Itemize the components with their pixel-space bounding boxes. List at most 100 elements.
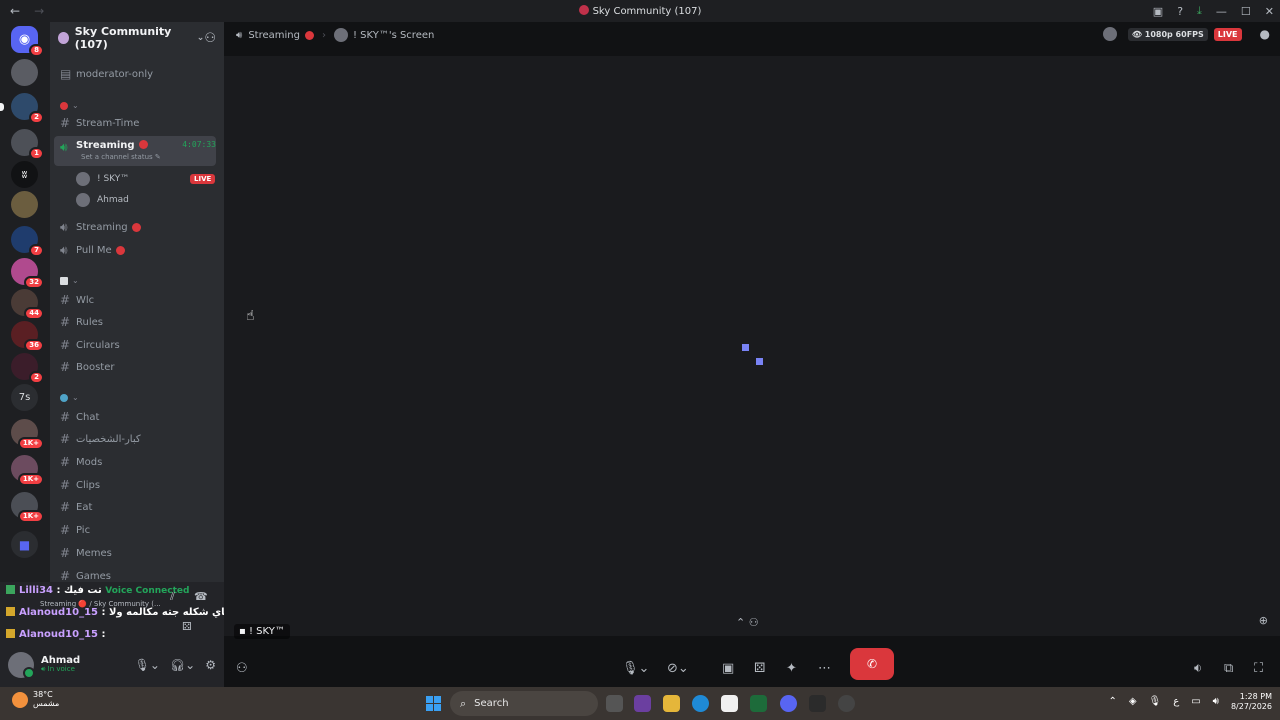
channel-booster[interactable]: # Booster [54, 357, 216, 377]
voice-user-ahmad[interactable]: Ahmad [76, 191, 129, 209]
settings-gear-icon[interactable]: ⚙ [205, 658, 216, 672]
popout-icon[interactable]: ⧉ [1224, 661, 1233, 676]
forward-arrow-icon[interactable]: → [34, 4, 44, 18]
live-dot-icon [138, 140, 148, 149]
channel-pic[interactable]: # Pic [54, 520, 216, 540]
disconnect-button[interactable]: ✆ [850, 648, 894, 680]
viewer-avatar[interactable] [1102, 27, 1117, 41]
channel-mods[interactable]: # Mods [54, 452, 216, 472]
discord-home-icon[interactable]: ◉ 8 [11, 26, 44, 57]
channel-moderator-only[interactable]: ▤ moderator-only [54, 64, 216, 84]
stage-header: 🔊︎ Streaming › ! SKY™'s Screen 👁︎ 1080p … [224, 22, 1280, 48]
fullscreen-icon[interactable]: ⛶ [1254, 661, 1263, 676]
tray-mic-icon[interactable]: 🎙︎ [1149, 696, 1162, 707]
server-icon-7[interactable]: 32 [11, 258, 44, 289]
tray-overflow-icon[interactable]: ⌃ [1108, 696, 1116, 707]
server-icon-6[interactable]: 7 [11, 226, 44, 257]
more-options-icon[interactable]: ⋯ [818, 661, 831, 676]
server-icon-9[interactable]: 36 [11, 321, 44, 352]
server-icon-1[interactable] [11, 59, 38, 86]
weather-widget[interactable]: 38°C مشمس [12, 690, 59, 709]
avatar[interactable] [8, 651, 35, 679]
stream-video[interactable] [224, 56, 1280, 636]
microphone-icon[interactable]: 🎙︎⌄ [135, 658, 160, 672]
server-badge: 44 [24, 307, 44, 320]
invite-people-icon[interactable]: ⚇ [204, 31, 216, 46]
close-icon[interactable]: ✕ [1265, 5, 1274, 18]
voice-user-sky[interactable]: ! SKY™ [76, 170, 129, 188]
inbox-icon[interactable]: ▣ [1153, 5, 1163, 18]
speaker-icon: 🔊︎ [60, 140, 68, 154]
channel-eat[interactable]: # Eat [54, 497, 216, 517]
channel-streaming-active[interactable]: 🔊︎ Streaming 4:07:33 Set a channel status… [54, 136, 216, 166]
minimize-icon[interactable]: — [1216, 5, 1227, 18]
server-icon-13[interactable]: 1K+ [11, 455, 44, 486]
taskbar-search[interactable]: ⌕ Search [450, 691, 598, 716]
server-icon-5[interactable] [11, 191, 38, 218]
speaker-icon: 🔊︎ [60, 242, 68, 257]
volume-icon[interactable]: 🔉︎ [1194, 661, 1202, 676]
channel-rules[interactable]: # Rules [54, 312, 216, 332]
windows-start-icon[interactable] [426, 696, 441, 711]
channel-kbar[interactable]: # كبار-الشخصيات [54, 429, 216, 449]
expand-participants-icon[interactable]: ⌃ ⚇ [736, 616, 759, 629]
tray-app-icon[interactable]: ◈ [1129, 696, 1137, 707]
hash-icon: # [60, 116, 71, 130]
add-friend-icon[interactable]: ⚇ [236, 661, 248, 676]
guild-header[interactable]: Sky Community (107) ⌄ ⚇ [50, 22, 224, 54]
folder-icon[interactable]: ■ [11, 531, 38, 558]
network-icon[interactable]: ▭ [1191, 696, 1200, 707]
discord-taskbar-icon[interactable] [780, 695, 797, 712]
channel-memes[interactable]: # Memes [54, 543, 216, 563]
rules-channel-icon: ▤ [60, 67, 72, 81]
channel-stream-time[interactable]: # Stream-Time [54, 113, 216, 133]
help-icon[interactable]: ? [1177, 5, 1183, 18]
app-icon[interactable] [809, 695, 826, 712]
channel-chat[interactable]: # Chat [54, 407, 216, 427]
channel-clips[interactable]: # Clips [54, 475, 216, 495]
channel-streaming-2[interactable]: 🔊︎ Streaming [54, 217, 216, 237]
server-icon-4[interactable]: ʬ [11, 161, 38, 188]
category-header[interactable]: ⌄ [60, 101, 79, 110]
channel-wlc[interactable]: # Wlc [54, 290, 216, 310]
activity-icon[interactable]: ⚄ [182, 620, 192, 633]
headphones-icon[interactable]: 🎧︎⌄ [170, 658, 195, 672]
server-icon-12[interactable]: 1K+ [11, 419, 44, 450]
noise-suppression-icon[interactable]: ⫽ [170, 590, 175, 604]
channel-pull-me[interactable]: 🔊︎ Pull Me [54, 240, 216, 260]
disconnect-call-icon[interactable]: ☎ [194, 590, 208, 603]
maximize-icon[interactable]: ☐ [1241, 5, 1251, 18]
chrome-icon[interactable] [838, 695, 855, 712]
zoom-icon[interactable]: ⊕ [1259, 614, 1268, 627]
download-icon[interactable]: ⤓ [1197, 4, 1202, 18]
soundboard-icon[interactable]: ✦ [786, 661, 797, 676]
back-arrow-icon[interactable]: ← [10, 4, 20, 18]
server-icon-10[interactable]: 2 [11, 353, 44, 384]
clock[interactable]: 1:28 PM 8/27/2026 [1231, 692, 1272, 711]
volume-tray-icon[interactable]: 🔊︎ [1213, 696, 1219, 707]
file-explorer-icon[interactable] [663, 695, 680, 712]
server-icon-3[interactable]: 1 [11, 129, 44, 160]
category-header[interactable]: ⌄ [60, 276, 79, 285]
server-icon-8[interactable]: 44 [11, 289, 44, 320]
copilot-icon[interactable] [634, 695, 651, 712]
channel-circulars[interactable]: # Circulars [54, 335, 216, 355]
excel-icon[interactable] [750, 695, 767, 712]
camera-off-icon[interactable]: ⊘⌄ [667, 661, 689, 676]
task-view-icon[interactable] [606, 695, 623, 712]
microphone-icon[interactable]: 🎙︎⌄ [622, 661, 649, 676]
activities-icon[interactable]: ⚄ [754, 661, 765, 676]
category-header[interactable]: ⌄ [60, 393, 79, 402]
language-indicator[interactable]: ع [1173, 696, 1179, 707]
server-icon-2[interactable]: 2 [0, 93, 44, 124]
server-icon-14[interactable]: 1K+ [11, 492, 44, 523]
edge-icon[interactable] [692, 695, 709, 712]
stage-channel-name[interactable]: Streaming [248, 30, 300, 41]
store-icon[interactable] [721, 695, 738, 712]
chat-bubble-icon[interactable]: ● [1260, 27, 1270, 41]
screen-share-icon[interactable]: ▣ [722, 661, 734, 676]
user-status: 🔊︎ In voice [41, 665, 75, 674]
channel-status[interactable]: Set a channel status ✎ [81, 153, 161, 161]
server-icon-7s[interactable]: 7s [11, 384, 38, 411]
server-badge: 2 [29, 111, 44, 124]
